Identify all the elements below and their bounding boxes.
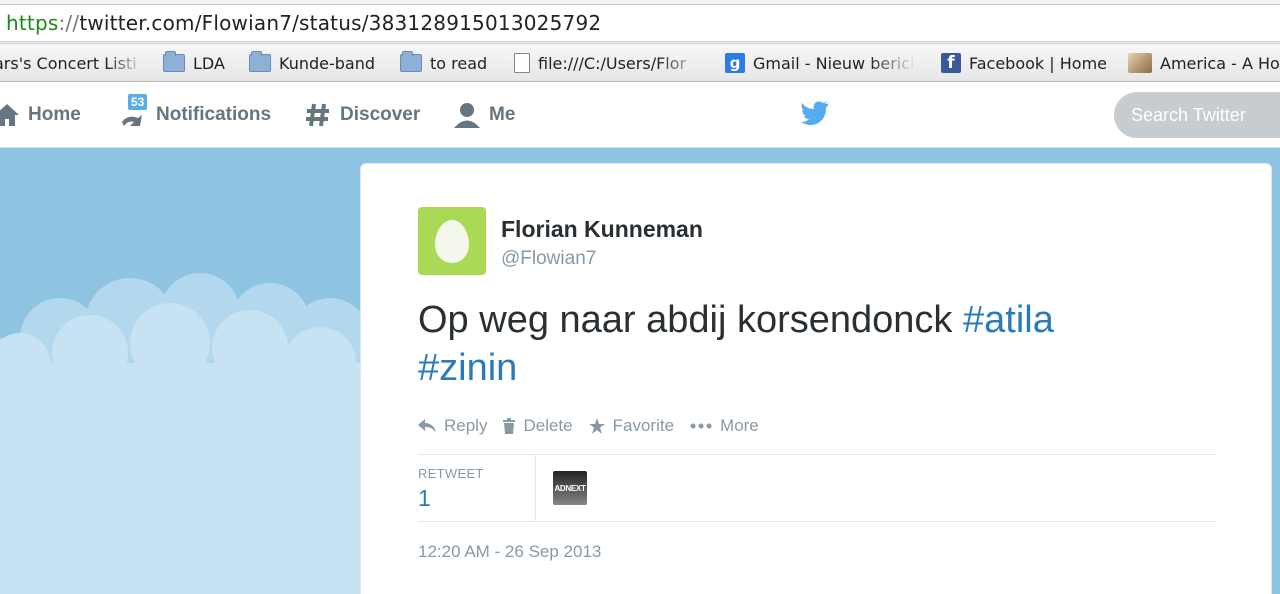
nav-notifications[interactable]: 53 Notifications	[118, 82, 271, 148]
hashtag-link[interactable]: #zinin	[418, 347, 517, 389]
home-icon	[0, 104, 19, 126]
favorite-button[interactable]: Favorite	[588, 416, 675, 436]
tweet-text-body: Op weg naar abdij korsendonck	[418, 299, 963, 341]
bookmark-label: America - A Ho	[1160, 53, 1280, 73]
bookmark-label: to read	[430, 53, 488, 73]
file-icon	[514, 53, 530, 73]
background-clouds	[0, 148, 360, 594]
hashtag-icon	[306, 103, 329, 127]
folder-icon	[249, 51, 271, 72]
author-handle[interactable]: @Flowian7	[501, 248, 596, 270]
nav-discover[interactable]: Discover	[304, 82, 420, 148]
stats-divider	[535, 455, 536, 522]
more-button[interactable]: More	[690, 416, 759, 436]
image-icon	[1128, 53, 1152, 73]
more-dots-icon	[690, 423, 712, 429]
bookmark-america[interactable]: America - A Ho	[1128, 52, 1280, 74]
author-avatar[interactable]	[418, 207, 486, 275]
url-scheme: https	[6, 11, 59, 35]
facebook-icon: f	[941, 53, 961, 73]
nav-me-label: Me	[489, 104, 516, 125]
nav-home[interactable]: Home	[0, 82, 81, 148]
retweet-label: RETWEET	[418, 466, 484, 481]
trash-icon	[503, 418, 516, 434]
bookmark-lda[interactable]: LDA	[163, 51, 225, 74]
bookmark-label: LDA	[193, 53, 225, 73]
bookmark-label: Gmail - Nieuw bericl	[753, 53, 915, 73]
tweet-text: Op weg naar abdij korsendonck #atila #zin…	[418, 296, 1238, 392]
nav-me[interactable]: Me	[453, 82, 515, 148]
url-field[interactable]: https://twitter.com/Flowian7/status/3831…	[0, 4, 1280, 42]
bookmarks-bar: ars's Concert Listi LDA Kunde-band to re…	[0, 44, 1280, 82]
author-name[interactable]: Florian Kunneman	[501, 216, 703, 243]
tweet-timestamp[interactable]: 12:20 AM - 26 Sep 2013	[418, 542, 601, 562]
bookmark-local-file[interactable]: file:///C:/Users/Flor	[514, 52, 704, 74]
retweeter-avatar[interactable]: ADNEXT	[553, 471, 587, 505]
bookmark-kunde-band[interactable]: Kunde-band	[249, 51, 376, 74]
nav-notifications-label: Notifications	[156, 104, 272, 125]
reply-button[interactable]: Reply	[418, 416, 487, 436]
tweet-stats: RETWEET 1 ADNEXT	[418, 454, 1215, 522]
search-input[interactable]: Search Twitter	[1114, 92, 1280, 138]
tweet-card: Florian Kunneman @Flowian7 Op weg naar a…	[360, 163, 1272, 594]
reply-icon	[418, 419, 436, 433]
twitter-top-nav: Home 53 Notifications Discover Me	[0, 82, 1280, 148]
hashtag-link[interactable]: #atila	[963, 299, 1054, 341]
retweet-count[interactable]: 1	[418, 485, 431, 512]
star-icon	[588, 418, 605, 434]
bookmark-to-read[interactable]: to read	[400, 51, 488, 74]
folder-icon	[163, 51, 185, 72]
bookmark-label: ars's Concert Listi	[0, 53, 137, 73]
favorite-label: Favorite	[612, 416, 675, 435]
bookmark-label: Facebook | Home	[969, 53, 1107, 73]
more-label: More	[720, 416, 759, 435]
person-icon	[454, 103, 480, 128]
nav-discover-label: Discover	[340, 104, 421, 125]
notifications-badge: 53	[126, 92, 150, 112]
search-placeholder: Search Twitter	[1131, 104, 1246, 125]
url-path: twitter.com/Flowian7/status/383128915013…	[79, 11, 602, 35]
gmail-icon: g	[725, 53, 745, 73]
bookmark-label: Kunde-band	[279, 53, 376, 73]
bookmark-facebook[interactable]: f Facebook | Home	[941, 52, 1107, 74]
delete-label: Delete	[523, 416, 573, 435]
url-separator: ://	[58, 11, 80, 35]
egg-avatar-icon	[435, 220, 469, 263]
folder-icon	[400, 51, 422, 72]
twitter-bird-icon[interactable]	[800, 100, 830, 126]
delete-button[interactable]: Delete	[503, 416, 573, 436]
bookmark-label: file:///C:/Users/Flor	[538, 53, 687, 73]
bookmark-gmail[interactable]: g Gmail - Nieuw bericl	[725, 52, 917, 74]
reply-label: Reply	[444, 416, 488, 435]
nav-home-label: Home	[28, 104, 81, 125]
tweet-actions: Reply Delete Favorite More	[418, 414, 775, 438]
browser-address-bar: https://twitter.com/Flowian7/status/3831…	[0, 0, 1280, 44]
bookmark-concert-listing[interactable]: ars's Concert Listi	[0, 52, 144, 74]
